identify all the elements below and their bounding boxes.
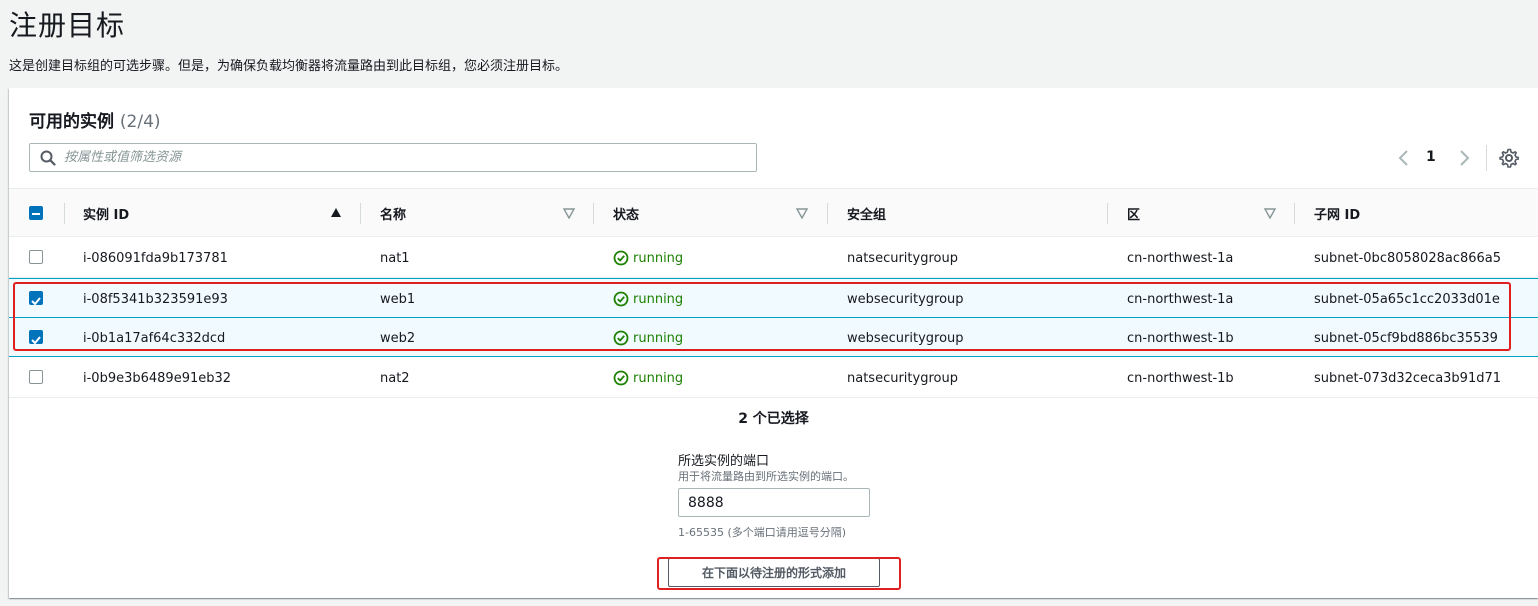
search-box[interactable] [29, 143, 757, 172]
cell-status: running [613, 358, 683, 398]
panel-title-label: 可用的实例 [29, 112, 114, 132]
status-text: running [633, 370, 684, 386]
cell-name: web2 [380, 330, 416, 346]
cell-zone: cn-northwest-1a [1127, 250, 1234, 266]
cell-instance-id: i-0b1a17af64c332dcd [83, 330, 226, 346]
table-row[interactable]: i-0b1a17af64c332dcd web2 running websecu… [9, 317, 1538, 357]
cell-instance-id: i-08f5341b323591e93 [83, 291, 228, 307]
row-checkbox[interactable] [29, 370, 43, 384]
available-instances-panel: 可用的实例 (2/4) 1 实例 ID 名称 [9, 88, 1538, 598]
column-separator [1294, 203, 1295, 224]
cell-status: running [613, 318, 683, 358]
table-row[interactable]: i-08f5341b323591e93 web1 running websecu… [9, 278, 1538, 318]
cell-status: running [613, 238, 683, 278]
column-header-security-group[interactable]: 安全组 [847, 189, 886, 238]
column-header-status[interactable]: 状态 [613, 189, 639, 238]
search-input[interactable] [64, 146, 744, 169]
gear-icon[interactable] [1499, 148, 1519, 168]
table-header: 实例 ID 名称 状态 安全组 区 子网 ID [9, 188, 1538, 237]
cell-security-group: websecuritygroup [847, 330, 964, 346]
status-text: running [633, 330, 684, 346]
table-row[interactable]: i-0b9e3b6489e91eb32 nat2 running natsecu… [9, 358, 1538, 398]
pager-divider [1486, 145, 1487, 171]
add-pending-registration-button[interactable]: 在下面以待注册的形式添加 [668, 558, 880, 587]
cell-security-group: natsecuritygroup [847, 370, 958, 386]
row-checkbox[interactable] [29, 330, 43, 345]
table-row[interactable]: i-086091fda9b173781 nat1 running natsecu… [9, 238, 1538, 278]
column-separator [593, 203, 594, 224]
column-separator [827, 203, 828, 224]
port-description: 用于将流量路由到所选实例的端口。 [678, 470, 854, 483]
chevron-right-icon[interactable] [1454, 146, 1474, 170]
port-input[interactable] [678, 488, 870, 517]
cell-subnet-id: subnet-05a65c1cc2033d01e [1314, 291, 1500, 307]
column-header-subnet-id[interactable]: 子网 ID [1314, 189, 1360, 238]
cell-status: running [613, 279, 683, 319]
status-text: running [633, 250, 684, 266]
page-title: 注册目标 [9, 9, 126, 42]
column-separator [360, 203, 361, 224]
cell-subnet-id: subnet-05cf9bd886bc35539 [1314, 330, 1498, 346]
cell-name: nat1 [380, 250, 410, 266]
cell-subnet-id: subnet-073d32ceca3b91d71 [1314, 370, 1502, 386]
cell-name: nat2 [380, 370, 410, 386]
checkmark-icon [31, 336, 41, 345]
row-checkbox[interactable] [29, 250, 43, 264]
column-header-zone[interactable]: 区 [1127, 189, 1140, 238]
sort-ascending-icon[interactable] [330, 207, 342, 219]
cell-zone: cn-northwest-1b [1127, 330, 1234, 346]
row-checkbox[interactable] [29, 291, 43, 306]
cell-subnet-id: subnet-0bc8058028ac866a5 [1314, 250, 1502, 266]
cell-instance-id: i-0b9e3b6489e91eb32 [83, 370, 232, 386]
cell-security-group: websecuritygroup [847, 291, 964, 307]
column-header-instance-id[interactable]: 实例 ID [83, 189, 129, 238]
cell-zone: cn-northwest-1b [1127, 370, 1234, 386]
select-all-checkbox[interactable] [29, 206, 43, 220]
checkmark-icon [31, 297, 41, 306]
sort-descending-icon[interactable] [563, 207, 575, 219]
search-icon [40, 150, 56, 166]
selected-count: 2 个已选择 [738, 411, 809, 427]
check-circle-icon [613, 370, 629, 386]
cell-security-group: natsecuritygroup [847, 250, 958, 266]
page-description: 这是创建目标组的可选步骤。但是，为确保负载均衡器将流量路由到此目标组，您必须注册… [9, 59, 569, 74]
column-separator [64, 203, 65, 224]
cell-instance-id: i-086091fda9b173781 [83, 250, 228, 266]
page-number[interactable]: 1 [1426, 149, 1436, 165]
cell-name: web1 [380, 291, 416, 307]
status-text: running [633, 291, 684, 307]
sort-descending-icon[interactable] [1264, 207, 1276, 219]
panel-selection-count: (2/4) [119, 112, 161, 132]
check-circle-icon [613, 330, 629, 346]
chevron-left-icon[interactable] [1394, 146, 1414, 170]
sort-descending-icon[interactable] [796, 207, 808, 219]
column-header-name[interactable]: 名称 [380, 189, 406, 238]
port-hint: 1-65535 (多个端口请用逗号分隔) [678, 526, 847, 539]
check-circle-icon [613, 291, 629, 307]
column-separator [1107, 203, 1108, 224]
indeterminate-icon [32, 213, 40, 215]
check-circle-icon [613, 250, 629, 266]
panel-title: 可用的实例 (2/4) [29, 107, 161, 132]
port-label: 所选实例的端口 [678, 454, 770, 469]
cell-zone: cn-northwest-1a [1127, 291, 1234, 307]
